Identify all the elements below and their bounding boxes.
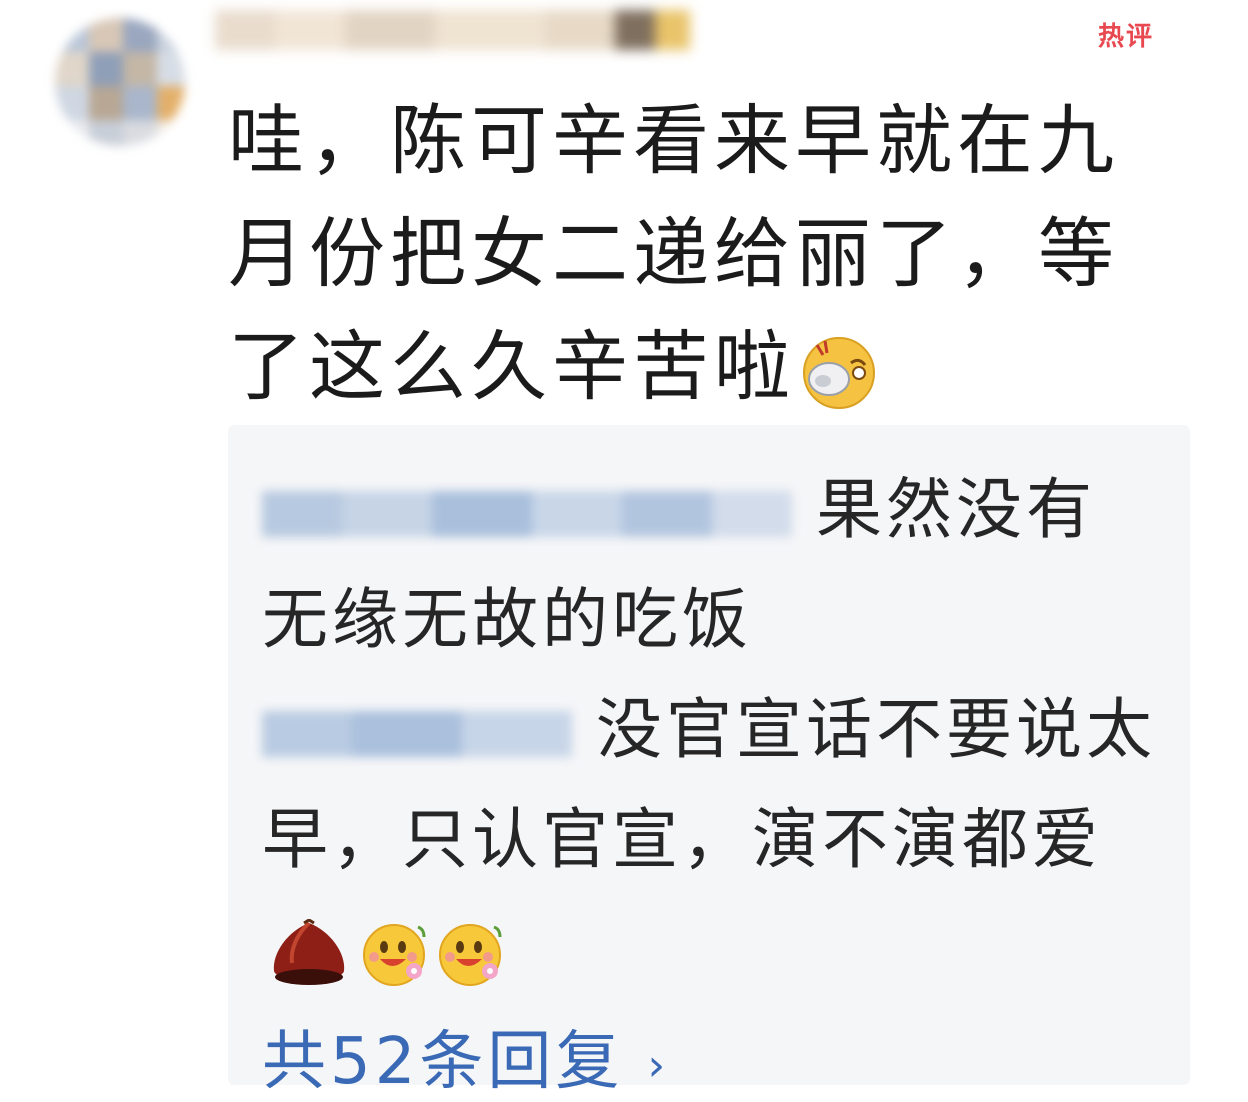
view-replies-label: 共52条回复 xyxy=(262,1025,624,1099)
replies-panel: 果然没有无缘无故的吃饭 没官宣话不要说太早，只认官宣，演不演都爱 共52条回复 … xyxy=(228,425,1190,1099)
hot-comment-badge: 热评 xyxy=(1098,22,1155,52)
reply-username-redacted[interactable] xyxy=(262,703,572,765)
username-redacted[interactable] xyxy=(215,6,690,54)
reply-username-redacted[interactable] xyxy=(262,483,792,545)
reply-item[interactable]: 没官宣话不要说太早，只认官宣，演不演都爱 xyxy=(262,675,1162,1005)
view-all-replies-link[interactable]: 共52条回复 › xyxy=(262,1010,669,1102)
avatar[interactable] xyxy=(55,18,185,146)
chestnut-icon xyxy=(268,918,350,989)
smiling-flower-icon xyxy=(360,919,434,989)
doge-icon xyxy=(799,333,879,411)
smiling-flower-icon xyxy=(436,919,510,989)
reply-item[interactable]: 果然没有无缘无故的吃饭 xyxy=(262,455,1162,675)
comment-text: 哇，陈可辛看来早就在九月份把女二递给丽了，等了这么久辛苦啦 xyxy=(228,84,1128,423)
chevron-right-icon: › xyxy=(647,1039,670,1091)
comment-body: 哇，陈可辛看来早就在九月份把女二递给丽了，等了这么久辛苦啦 xyxy=(228,96,1119,411)
